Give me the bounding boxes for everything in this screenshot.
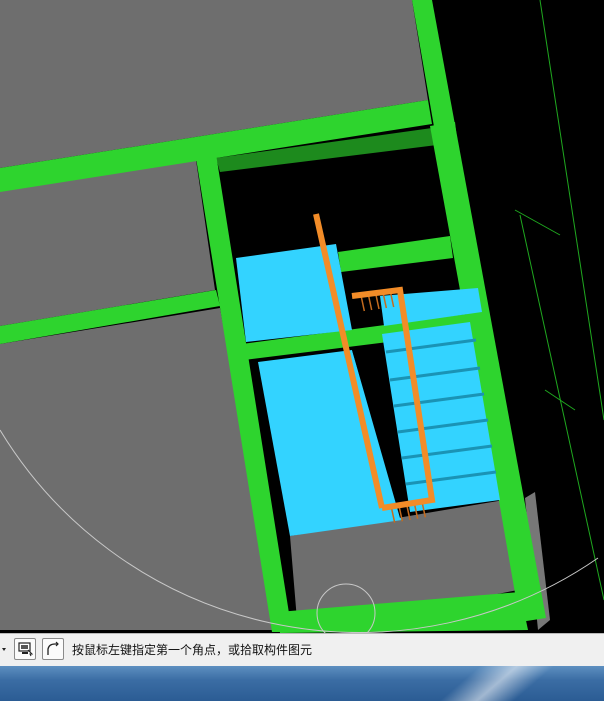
landing-beam [338, 236, 453, 272]
command-prompt: 按鼠标左键指定第一个角点，或拾取构件图元 [72, 643, 313, 657]
guide-line [539, 0, 604, 421]
baluster [360, 296, 366, 312]
taskbar-glare [400, 666, 588, 701]
monitor-pick-icon [18, 642, 33, 657]
baluster [375, 294, 380, 310]
taskbar [0, 666, 604, 701]
plan-3d-view[interactable] [0, 0, 604, 633]
drawing-viewport[interactable] [0, 0, 604, 633]
baluster [367, 295, 373, 311]
curve-draw-icon [47, 641, 59, 655]
dropdown-arrow-icon[interactable] [0, 640, 10, 660]
command-bar: 按鼠标左键指定第一个角点，或拾取构件图元 [0, 633, 604, 666]
curve-draw-button[interactable] [42, 638, 64, 660]
monitor-pick-button[interactable] [14, 638, 36, 660]
guide-line [544, 389, 576, 411]
